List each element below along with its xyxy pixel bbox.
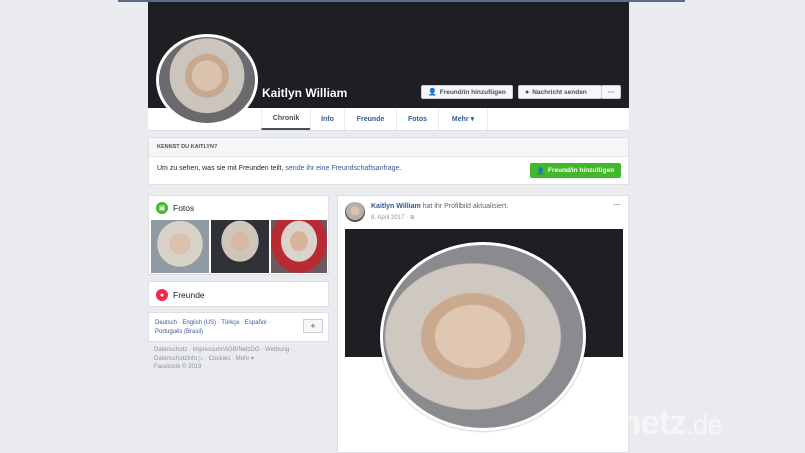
- profile-picture-post: Kaitlyn William hat ihr Profilbild aktua…: [337, 195, 629, 453]
- add-friend-icon: 👤: [428, 89, 437, 96]
- profile-name[interactable]: Kaitlyn William: [262, 86, 347, 100]
- post-options-button[interactable]: ···: [613, 199, 621, 210]
- photos-title[interactable]: Fotos: [173, 203, 194, 213]
- watermark-logo: netz.de: [620, 403, 723, 443]
- post-profile-image[interactable]: [380, 242, 586, 431]
- friends-card: ● Freunde: [148, 281, 329, 307]
- photos-card: ▣ Fotos: [148, 195, 329, 275]
- know-text-static: Um zu sehen, was sie mit Freunden teilt,: [157, 165, 284, 172]
- friends-title[interactable]: Freunde: [173, 290, 205, 300]
- post-author-avatar[interactable]: [345, 202, 365, 222]
- post-header: Kaitlyn William hat ihr Profilbild aktua…: [371, 203, 508, 210]
- footer-links-1[interactable]: Datenschutz · Impressum/AGB/NetzDG · Wer…: [154, 346, 324, 355]
- tab-info[interactable]: Info: [310, 108, 344, 130]
- tab-mehr[interactable]: Mehr ▾: [438, 108, 488, 130]
- add-friend-button[interactable]: 👤 Freund/in hinzufügen: [421, 85, 513, 99]
- watermark-main: netz: [620, 403, 687, 442]
- photo-thumbnail[interactable]: [151, 220, 209, 273]
- language-card: Deutsch · English (US) · Türkçe · Españo…: [148, 312, 329, 342]
- know-panel: KENNST DU KAITLYN? Um zu sehen, was sie …: [148, 137, 629, 185]
- more-options-label: ···: [607, 88, 615, 96]
- send-message-button[interactable]: ● Nachricht senden: [518, 85, 602, 99]
- more-options-button[interactable]: ···: [601, 85, 621, 99]
- watermark-suffix: .de: [686, 409, 723, 440]
- friend-request-link[interactable]: sende ihr eine Freundschaftsanfrage.: [285, 165, 401, 172]
- tab-freunde[interactable]: Freunde: [344, 108, 396, 130]
- language-line-1[interactable]: Deutsch · English (US) · Türkçe · Españo…: [155, 319, 295, 328]
- profile-picture[interactable]: [156, 34, 258, 126]
- photo-thumbnail[interactable]: [211, 220, 269, 273]
- photo-thumbnail[interactable]: [271, 220, 327, 273]
- know-text: Um zu sehen, was sie mit Freunden teilt,…: [157, 165, 401, 172]
- add-language-button[interactable]: +: [303, 319, 323, 333]
- language-line-2[interactable]: Português (Brasil): [155, 328, 295, 337]
- add-friend-icon: 👤: [536, 167, 545, 175]
- tab-fotos[interactable]: Fotos: [396, 108, 438, 130]
- language-list[interactable]: Deutsch · English (US) · Türkçe · Españo…: [155, 319, 295, 337]
- send-message-label: Nachricht senden: [532, 88, 587, 96]
- friends-icon: ●: [156, 289, 168, 301]
- photos-icon: ▣: [156, 202, 168, 214]
- page-footer: Datenschutz · Impressum/AGB/NetzDG · Wer…: [154, 346, 324, 372]
- add-friend-label: Freund/in hinzufügen: [439, 88, 506, 96]
- add-friend-green-label: Freund/in hinzufügen: [548, 167, 615, 174]
- copyright: Facebook © 2019: [154, 364, 202, 370]
- post-author-name[interactable]: Kaitlyn William: [371, 203, 421, 210]
- messenger-icon: ●: [525, 88, 530, 96]
- tab-chronik[interactable]: Chronik: [261, 108, 310, 130]
- know-heading: KENNST DU KAITLYN?: [149, 138, 628, 157]
- post-action-text: hat ihr Profilbild aktualisiert.: [422, 203, 509, 210]
- footer-links-2[interactable]: Datenschutzinfo ▷ · Cookies · Mehr ▾: [154, 355, 324, 364]
- post-date[interactable]: 8. April 2017 · ⊕: [371, 214, 415, 221]
- add-friend-green-button[interactable]: 👤 Freund/in hinzufügen: [530, 163, 621, 178]
